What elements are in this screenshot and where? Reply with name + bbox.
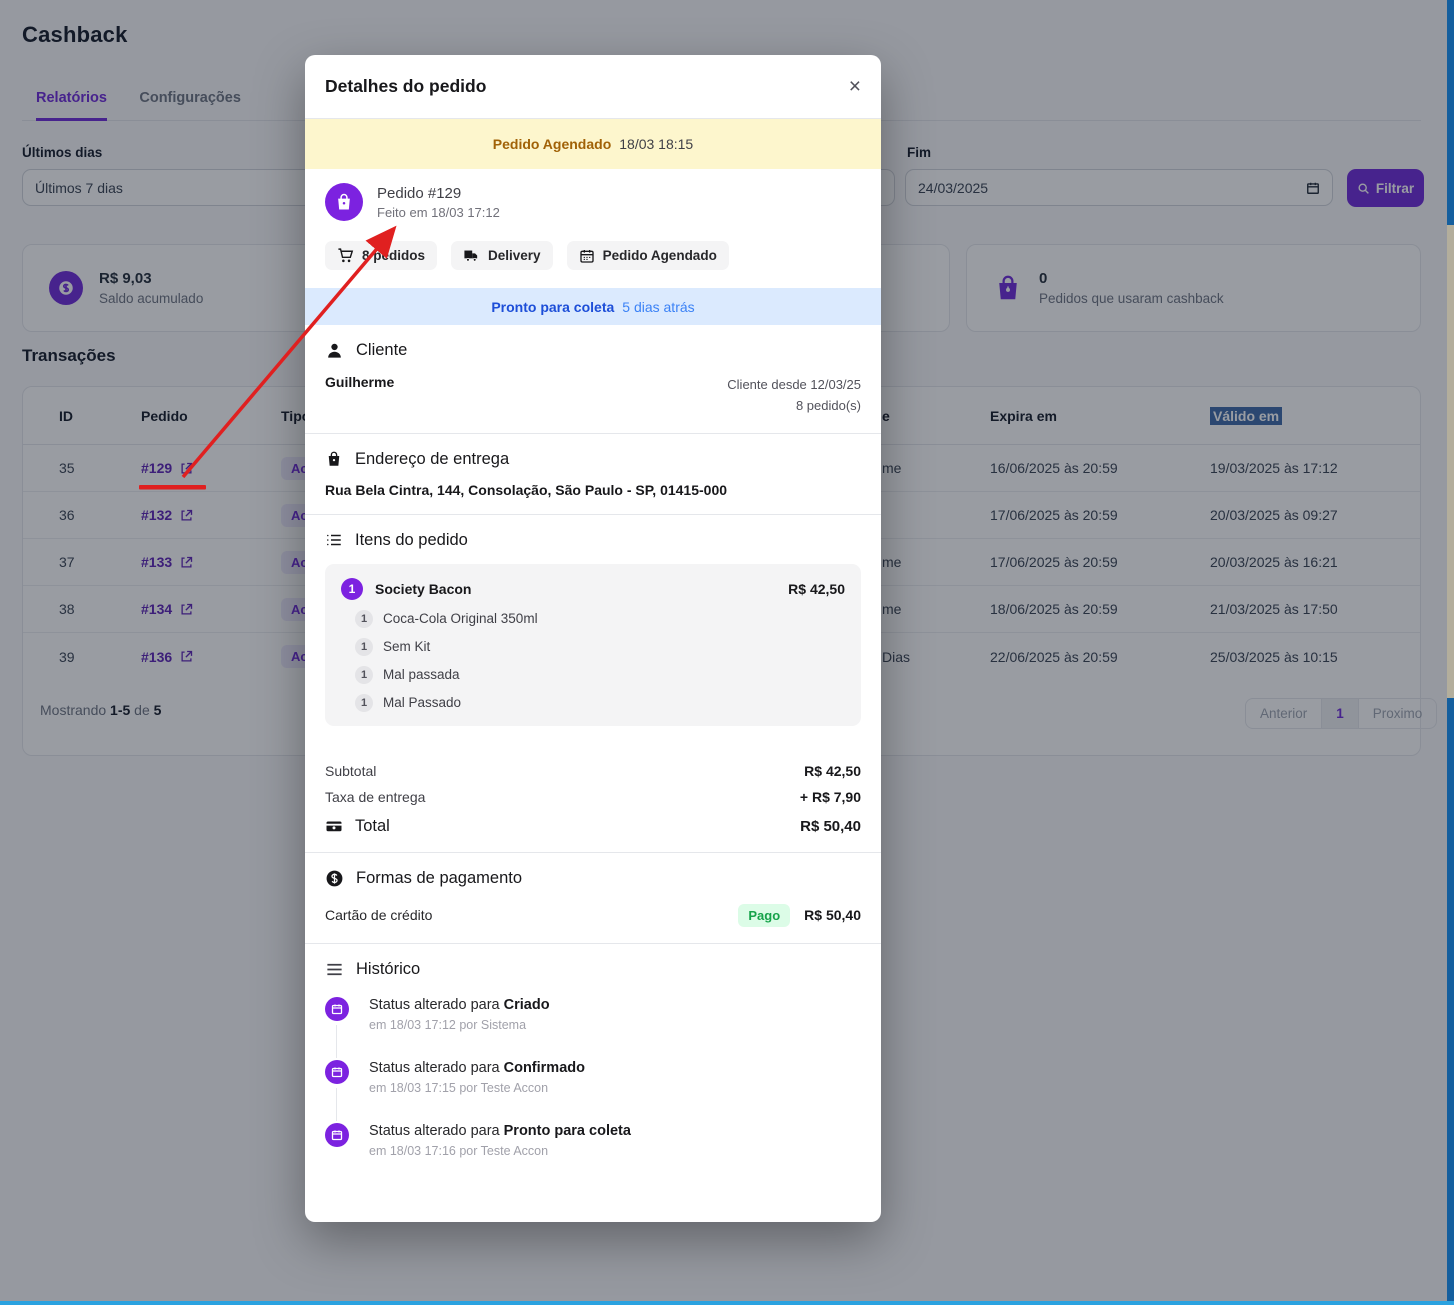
client-heading: Cliente: [356, 341, 407, 360]
right-edge-panel-sliver: [1447, 225, 1454, 698]
history-event-status: Pronto para coleta: [504, 1123, 631, 1139]
history-event-text: Status alterado para: [369, 1060, 500, 1076]
calendar-icon: [325, 1123, 349, 1147]
address-section: Endereço de entrega Rua Bela Cintra, 144…: [305, 434, 881, 515]
orders-count-chip: 8 pedidos: [325, 241, 437, 270]
history-event: Status alterado para Criado em 18/03 17:…: [325, 997, 861, 1060]
paid-badge: Pago: [738, 904, 790, 927]
cart-icon: [337, 247, 354, 264]
history-event: Status alterado para Pronto para coleta …: [325, 1123, 861, 1162]
subitem-name: Coca-Cola Original 350ml: [383, 611, 538, 626]
order-details-modal: Detalhes do pedido × Pedido Agendado 18/…: [305, 55, 881, 1222]
client-name: Guilherme: [325, 374, 394, 417]
scheduled-banner: Pedido Agendado 18/03 18:15: [305, 119, 881, 169]
subitems-list: 1 Coca-Cola Original 350ml 1 Sem Kit 1 M…: [341, 610, 845, 712]
bottom-blue-bar: [0, 1301, 1454, 1305]
client-since: Cliente desde 12/03/25: [727, 377, 861, 392]
subitem-qty-badge: 1: [355, 638, 373, 656]
payment-amount: R$ 50,40: [804, 907, 861, 923]
items-heading: Itens do pedido: [355, 531, 468, 550]
subitem: 1 Mal Passado: [355, 694, 845, 712]
history-event-text: Status alterado para: [369, 997, 500, 1013]
payment-heading: Formas de pagamento: [356, 869, 522, 888]
subitem-qty-badge: 1: [355, 610, 373, 628]
delivery-fee-label: Taxa de entrega: [325, 789, 425, 805]
total-value: R$ 50,40: [800, 818, 861, 835]
order-bag-icon: [325, 183, 363, 221]
scheduled-banner-time: 18/03 18:15: [619, 136, 693, 152]
payment-method: Cartão de crédito: [325, 907, 432, 923]
status-banner-label: Pronto para coleta: [491, 299, 614, 315]
delivery-fee-value: + R$ 7,90: [800, 789, 861, 805]
history-event-status: Confirmado: [504, 1060, 585, 1076]
item-qty-badge: 1: [341, 578, 363, 600]
modal-header: Detalhes do pedido ×: [305, 55, 881, 119]
subitem-name: Mal passada: [383, 667, 460, 682]
payment-section: Formas de pagamento Cartão de crédito Pa…: [305, 853, 881, 944]
history-event: Status alterado para Confirmado em 18/03…: [325, 1060, 861, 1123]
subitem-qty-badge: 1: [355, 694, 373, 712]
items-section: Itens do pedido 1 Society Bacon R$ 42,50…: [305, 515, 881, 748]
history-event-status: Criado: [504, 997, 550, 1013]
status-banner: Pronto para coleta 5 dias atrás: [305, 288, 881, 325]
history-event-meta: em 18/03 17:15 por Teste Accon: [369, 1081, 861, 1095]
scheduled-chip: Pedido Agendado: [567, 241, 729, 270]
subitem: 1 Mal passada: [355, 666, 845, 684]
subtotal-label: Subtotal: [325, 763, 376, 779]
order-summary-block: Pedido #129 Feito em 18/03 17:12 8 pedid…: [305, 169, 881, 288]
subitem: 1 Coca-Cola Original 350ml: [355, 610, 845, 628]
total-label: Total: [355, 817, 390, 836]
subitem-qty-badge: 1: [355, 666, 373, 684]
history-event-text: Status alterado para: [369, 1123, 500, 1139]
order-made-at: Feito em 18/03 17:12: [377, 205, 500, 220]
truck-icon: [463, 247, 480, 264]
status-banner-time: 5 dias atrás: [622, 299, 694, 315]
subitem-name: Sem Kit: [383, 639, 430, 654]
bag-icon: [325, 450, 343, 468]
order-item-card: 1 Society Bacon R$ 42,50 1 Coca-Cola Ori…: [325, 564, 861, 726]
history-event-meta: em 18/03 17:16 por Teste Accon: [369, 1144, 861, 1158]
history-section: Histórico Status alterado para Criado em…: [305, 944, 881, 1178]
item-price: R$ 42,50: [788, 581, 845, 597]
wallet-icon: [325, 817, 343, 835]
modal-title: Detalhes do pedido: [325, 76, 486, 97]
address-heading: Endereço de entrega: [355, 450, 509, 469]
list-icon: [325, 531, 343, 549]
calendar-icon: [325, 1060, 349, 1084]
delivery-chip: Delivery: [451, 241, 553, 270]
subtotal-value: R$ 42,50: [804, 763, 861, 779]
calendar-icon: [325, 997, 349, 1021]
address-value: Rua Bela Cintra, 144, Consolação, São Pa…: [325, 482, 861, 498]
close-icon[interactable]: ×: [849, 76, 861, 97]
history-heading: Histórico: [356, 960, 420, 979]
totals-section: Subtotal R$ 42,50 Taxa de entrega + R$ 7…: [305, 748, 881, 853]
calendar-icon: [579, 248, 595, 264]
history-event-meta: em 18/03 17:12 por Sistema: [369, 1018, 861, 1032]
client-orders-count: 8 pedido(s): [796, 398, 861, 413]
client-section: Cliente Guilherme Cliente desde 12/03/25…: [305, 325, 881, 434]
dollar-circle-icon: [325, 869, 344, 888]
subitem-name: Mal Passado: [383, 695, 461, 710]
menu-lines-icon: [325, 960, 344, 979]
scheduled-banner-label: Pedido Agendado: [493, 136, 611, 152]
item-name: Society Bacon: [375, 581, 471, 597]
person-icon: [325, 341, 344, 360]
order-number: Pedido #129: [377, 185, 500, 202]
history-timeline: Status alterado para Criado em 18/03 17:…: [325, 997, 861, 1162]
subitem: 1 Sem Kit: [355, 638, 845, 656]
